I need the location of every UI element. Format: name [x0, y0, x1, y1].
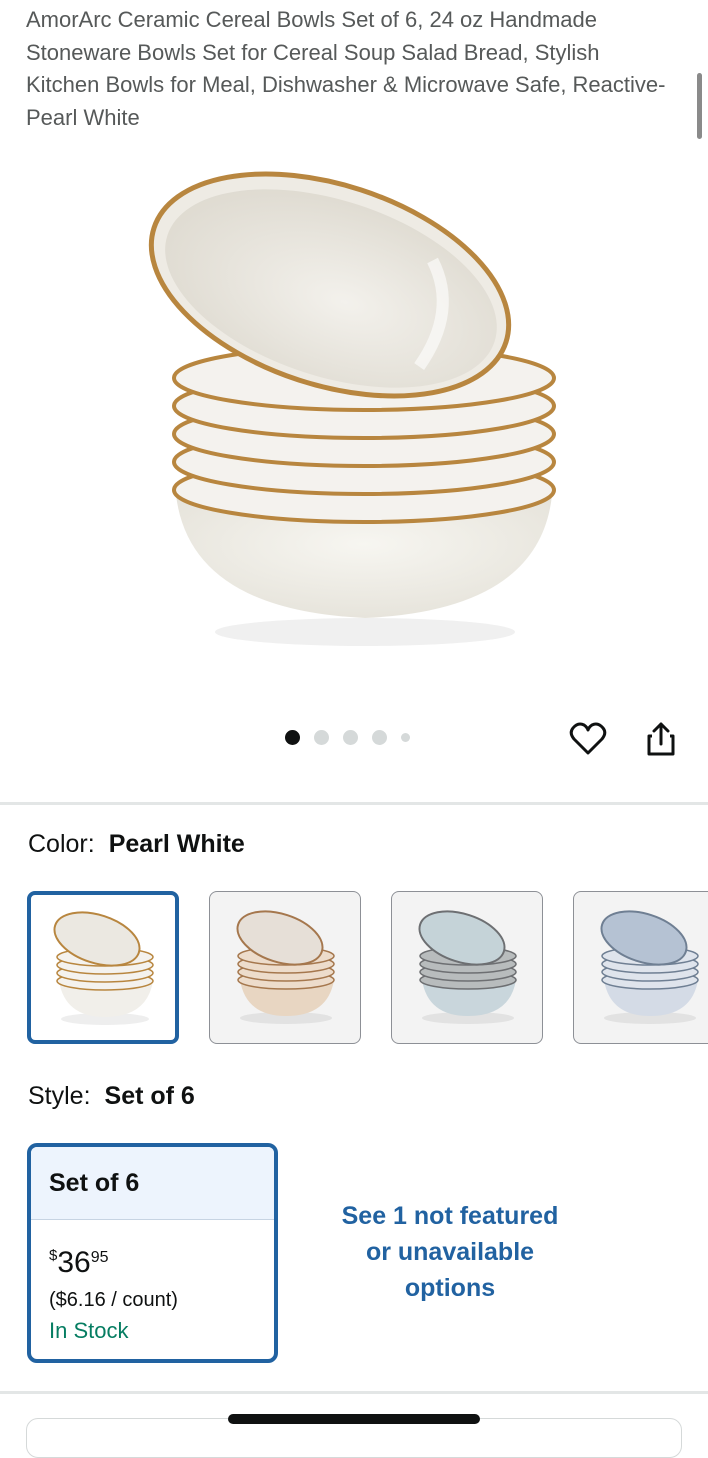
price-whole: 36 — [57, 1246, 91, 1279]
share-button[interactable] — [641, 720, 681, 762]
home-indicator[interactable] — [228, 1414, 480, 1424]
heart-icon — [569, 722, 607, 761]
section-divider — [0, 1391, 708, 1394]
image-pager[interactable] — [285, 730, 410, 745]
pager-dot[interactable] — [343, 730, 358, 745]
product-image[interactable] — [120, 160, 590, 670]
color-swatch-light-blue[interactable] — [573, 891, 708, 1044]
product-title: AmorArc Ceramic Cereal Bowls Set of 6, 2… — [26, 7, 666, 130]
color-swatch-pearl-white[interactable] — [27, 891, 179, 1044]
color-selected-value: Pearl White — [108, 830, 245, 858]
next-section-card — [26, 1418, 682, 1458]
price: $3695 — [49, 1240, 274, 1279]
style-option-set-of-6[interactable]: Set of 6 $3695 ($6.16 / count) In Stock — [27, 1143, 278, 1363]
pager-dot[interactable] — [372, 730, 387, 745]
color-swatch-beige[interactable] — [209, 891, 361, 1044]
color-swatch-blue-grey[interactable] — [391, 891, 543, 1044]
style-label-row: Style: Set of 6 — [28, 1082, 195, 1111]
pager-dot[interactable] — [285, 730, 300, 745]
wishlist-button[interactable] — [568, 720, 608, 762]
share-icon — [644, 720, 678, 763]
pager-dot[interactable] — [401, 733, 410, 742]
style-selected-value: Set of 6 — [104, 1082, 195, 1110]
availability-status: In Stock — [49, 1318, 129, 1343]
pager-dot[interactable] — [314, 730, 329, 745]
style-option-name: Set of 6 — [31, 1147, 274, 1220]
section-divider — [0, 802, 708, 805]
style-label: Style: — [28, 1082, 91, 1110]
unit-price: ($6.16 / count) — [49, 1289, 178, 1311]
see-more-options-link[interactable]: See 1 not featured or unavailable option… — [330, 1198, 570, 1306]
price-fraction: 95 — [90, 1249, 109, 1266]
color-label-row: Color: Pearl White — [28, 830, 245, 859]
color-label: Color: — [28, 830, 95, 858]
scrollbar-thumb[interactable] — [697, 73, 702, 139]
